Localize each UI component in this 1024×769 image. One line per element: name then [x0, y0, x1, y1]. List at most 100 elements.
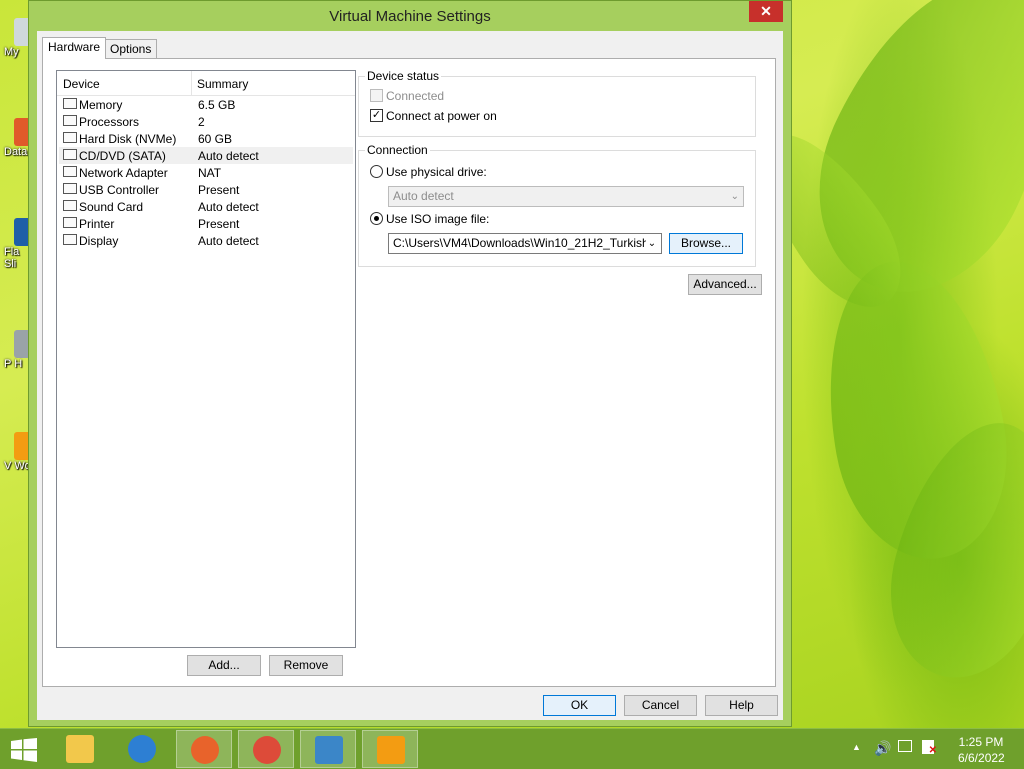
hardware-panel: Device Summary Memory 6.5 GB Processors 2 Ha…: [42, 58, 776, 687]
window-title: Virtual Machine Settings: [329, 8, 491, 25]
volume-icon[interactable]: 🔊: [874, 740, 891, 757]
device-summary: Auto detect: [198, 234, 259, 248]
cancel-button[interactable]: Cancel: [624, 695, 697, 716]
device-summary: Present: [198, 217, 240, 231]
connection-group: Connection Use physical drive: Auto dete…: [358, 143, 756, 267]
iso-path-value: C:\Users\VM4\Downloads\Win10_21H2_Turkis…: [393, 236, 655, 250]
usb-controller-icon: [63, 183, 77, 194]
windows-start-icon[interactable]: [10, 738, 38, 762]
connected-label: Connected: [386, 89, 445, 103]
hard-disk-icon: [63, 132, 77, 143]
connect-at-power-on-label: Connect at power on: [386, 109, 497, 123]
device-row[interactable]: Memory 6.5 GB: [59, 96, 353, 113]
device-row[interactable]: CD/DVD (SATA) Auto detect: [59, 147, 353, 164]
chrome-icon: [253, 736, 281, 764]
device-row[interactable]: Network Adapter NAT: [59, 164, 353, 181]
processor-icon: [63, 115, 77, 126]
taskbar-app[interactable]: [52, 730, 108, 768]
cd-dvd-icon: [63, 149, 77, 160]
file-explorer-icon: [66, 735, 94, 763]
chevron-down-icon: ⌄: [730, 191, 739, 202]
error-badge-icon: ✕: [928, 745, 937, 756]
device-row[interactable]: Display Auto detect: [59, 232, 353, 249]
use-physical-drive-radio[interactable]: [370, 165, 383, 178]
action-center-icon[interactable]: ✕: [922, 740, 937, 756]
device-name: Sound Card: [79, 200, 144, 214]
remove-button[interactable]: Remove: [269, 655, 343, 676]
help-button[interactable]: Help: [705, 695, 778, 716]
device-list-header: Device Summary: [57, 71, 355, 96]
tab-hardware[interactable]: Hardware: [42, 37, 107, 59]
taskbar-app[interactable]: [362, 730, 418, 768]
memory-icon: [63, 98, 77, 109]
chevron-up-icon[interactable]: ▲: [852, 742, 861, 752]
device-row[interactable]: Hard Disk (NVMe) 60 GB: [59, 130, 353, 147]
close-button[interactable]: ✕: [749, 1, 783, 22]
printer-icon: [63, 217, 77, 228]
taskbar-app[interactable]: [176, 730, 232, 768]
taskbar-app[interactable]: [238, 730, 294, 768]
connection-title: Connection: [365, 143, 430, 157]
device-row[interactable]: Sound Card Auto detect: [59, 198, 353, 215]
taskbar-app[interactable]: [114, 730, 170, 768]
ok-button[interactable]: OK: [543, 695, 616, 716]
device-summary: Auto detect: [198, 200, 259, 214]
clock-time: 1:25 PM: [958, 735, 1004, 749]
column-header-device[interactable]: Device: [63, 77, 100, 91]
vm-settings-window: Virtual Machine Settings ✕ Hardware Opti…: [28, 0, 792, 727]
device-row[interactable]: USB Controller Present: [59, 181, 353, 198]
tab-label: Options: [110, 42, 152, 56]
device-name: USB Controller: [79, 183, 160, 197]
device-summary: NAT: [198, 166, 222, 180]
device-summary: 60 GB: [198, 132, 233, 146]
use-physical-drive-label: Use physical drive:: [386, 165, 487, 179]
firefox-icon: [191, 736, 219, 764]
advanced-button[interactable]: Advanced...: [688, 274, 762, 295]
device-summary: 2: [198, 115, 205, 129]
globe-icon: [128, 735, 156, 763]
taskbar-app[interactable]: [300, 730, 356, 768]
physical-drive-value: Auto detect: [393, 189, 454, 203]
remote-desktop-icon: [315, 736, 343, 764]
device-name: Display: [79, 234, 119, 248]
network-icon[interactable]: [898, 740, 912, 752]
clock[interactable]: 1:25 PM 6/6/2022: [958, 735, 1005, 765]
checkmark-icon: ✓: [371, 109, 382, 121]
tab-options[interactable]: Options: [104, 39, 158, 58]
device-name: Hard Disk (NVMe): [79, 132, 177, 146]
browse-button[interactable]: Browse...: [669, 233, 743, 254]
display-icon: [63, 234, 77, 245]
connect-at-power-on-checkbox[interactable]: ✓: [370, 109, 383, 122]
dialog-client: Hardware Options Device Summary Memory 6.…: [37, 31, 783, 720]
device-row[interactable]: Printer Present: [59, 215, 353, 232]
sound-card-icon: [63, 200, 77, 211]
add-button[interactable]: Add...: [187, 655, 261, 676]
tab-label: Hardware: [48, 40, 101, 54]
column-header-summary[interactable]: Summary: [197, 77, 248, 91]
network-adapter-icon: [63, 166, 77, 177]
use-iso-image-label: Use ISO image file:: [386, 212, 490, 226]
device-summary: 6.5 GB: [198, 98, 236, 112]
device-summary: Auto detect: [198, 149, 259, 163]
device-summary: Present: [198, 183, 240, 197]
device-name: Network Adapter: [79, 166, 168, 180]
connected-checkbox[interactable]: [370, 89, 383, 102]
device-name: Printer: [79, 217, 115, 231]
device-status-group: Device status Connected ✓ Connect at pow…: [358, 69, 756, 137]
title-bar[interactable]: Virtual Machine Settings ✕: [29, 1, 791, 31]
clock-date: 6/6/2022: [958, 751, 1005, 765]
vmware-icon: [377, 736, 405, 764]
device-list[interactable]: Device Summary Memory 6.5 GB Processors 2 Ha…: [56, 70, 356, 648]
taskbar: ▲ 🔊 ✕ 1:25 PM 6/6/2022: [0, 728, 1024, 769]
chevron-down-icon[interactable]: ⌄: [646, 234, 658, 253]
close-icon: ✕: [760, 3, 772, 19]
iso-path-input[interactable]: C:\Users\VM4\Downloads\Win10_21H2_Turkis…: [388, 233, 662, 254]
device-name: Processors: [79, 115, 140, 129]
device-name: Memory: [79, 98, 123, 112]
column-separator[interactable]: [191, 71, 192, 95]
device-name: CD/DVD (SATA): [79, 149, 166, 163]
use-iso-image-radio[interactable]: [370, 212, 383, 225]
device-status-title: Device status: [365, 69, 442, 83]
device-row[interactable]: Processors 2: [59, 113, 353, 130]
physical-drive-select[interactable]: Auto detect ⌄: [388, 186, 744, 207]
